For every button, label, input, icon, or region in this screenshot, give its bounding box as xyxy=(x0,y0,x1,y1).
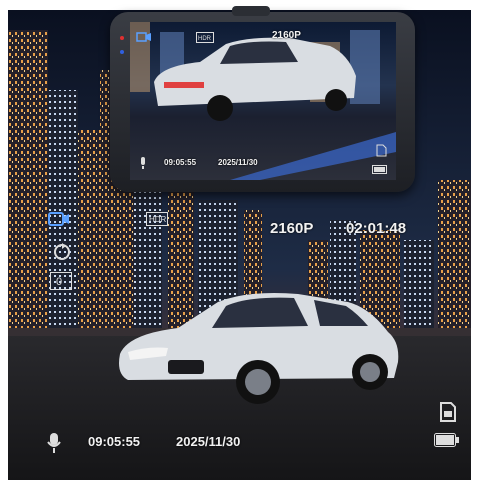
hdr-icon: HDR xyxy=(146,212,168,231)
led-red xyxy=(120,36,124,40)
product-image: HDR 2160P 02:01:48 0 09:05:55 2025/11/30 xyxy=(0,0,479,484)
microphone-icon xyxy=(46,432,62,459)
device-clock-time: 09:05:55 xyxy=(164,158,197,167)
device-mount xyxy=(232,6,270,16)
elapsed-time: 02:01:48 xyxy=(346,220,407,237)
svg-text:HDR: HDR xyxy=(198,36,212,42)
led-blue xyxy=(120,50,124,54)
device-battery-icon xyxy=(372,162,390,180)
loop-recording-icon xyxy=(52,242,72,267)
exposure-icon: 0 xyxy=(50,272,72,295)
device-screen: HDR 2160P 09:05:55 2025/11/30 xyxy=(130,22,396,180)
device-hdr-icon: HDR xyxy=(196,30,214,48)
device-sd-card-icon xyxy=(376,144,387,162)
device-resolution-label: 2160P xyxy=(272,30,301,41)
svg-text:0: 0 xyxy=(56,276,62,288)
device-screen-scene xyxy=(130,22,396,180)
clock-time: 09:05:55 xyxy=(88,434,141,449)
resolution-label: 2160P xyxy=(270,220,314,237)
battery-icon xyxy=(434,433,460,452)
svg-text:HDR: HDR xyxy=(149,215,167,224)
video-camera-icon xyxy=(48,210,70,233)
sd-card-icon xyxy=(440,402,456,427)
device-microphone-icon xyxy=(138,156,148,175)
device-video-camera-icon xyxy=(136,30,152,48)
date-label: 2025/11/30 xyxy=(176,434,241,449)
device-date-label: 2025/11/30 xyxy=(218,158,258,167)
car-image xyxy=(119,293,399,404)
